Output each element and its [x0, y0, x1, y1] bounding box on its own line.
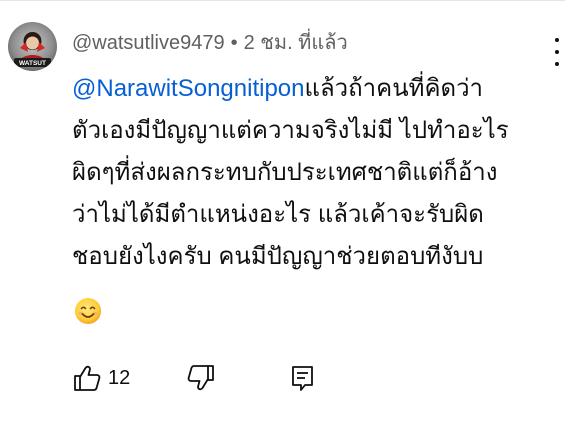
comment-line-1: @NarawitSongnitiponแล้วถ้าคนที่คิดว่า [72, 68, 552, 110]
avatar[interactable]: WATSUT [8, 22, 57, 71]
comment-header: @watsutlive9479 • 2 ชม. ที่แล้ว [72, 30, 348, 56]
comment-line-5: ชอบยังไงครับ คนมีปัญญาช่วยตอบทีงับบ [72, 243, 484, 270]
more-vertical-icon[interactable] [549, 38, 565, 66]
comment-line-text: แล้วถ้าคนที่คิดว่า [304, 75, 484, 102]
reply-icon[interactable] [288, 364, 318, 392]
avatar-image: WATSUT [14, 32, 51, 67]
thumbs-down-icon[interactable] [186, 364, 216, 392]
thumbs-up-icon[interactable] [72, 364, 102, 392]
mention-link[interactable]: @NarawitSongnitipon [72, 75, 305, 102]
smiling-face-emoji-icon [74, 297, 102, 325]
comment-text: @NarawitSongnitiponแล้วถ้าคนที่คิดว่า ตั… [72, 68, 552, 278]
author-handle[interactable]: @watsutlive9479 [72, 32, 225, 54]
avatar-badge: WATSUT [19, 60, 46, 67]
comment-thread: WATSUT @watsutlive9479 • 2 ชม. ที่แล้ว @Na… [0, 0, 565, 429]
meta-separator: • [230, 32, 238, 54]
comment-timestamp[interactable]: 2 ชม. ที่แล้ว [244, 32, 348, 54]
comment-line-2: ตัวเองมีปัญญาแต่ความจริงไม่มี ไปทำอะไร [72, 117, 509, 144]
comment-line-3: ผิดๆที่ส่งผลกระทบกับประเทศชาติแต่ก็อ้าง [72, 159, 498, 186]
like-count: 12 [108, 367, 131, 389]
comment-line-4: ว่าไม่ได้มีตำแหน่งอะไร แล้วเค้าจะรับผิด [72, 201, 484, 228]
